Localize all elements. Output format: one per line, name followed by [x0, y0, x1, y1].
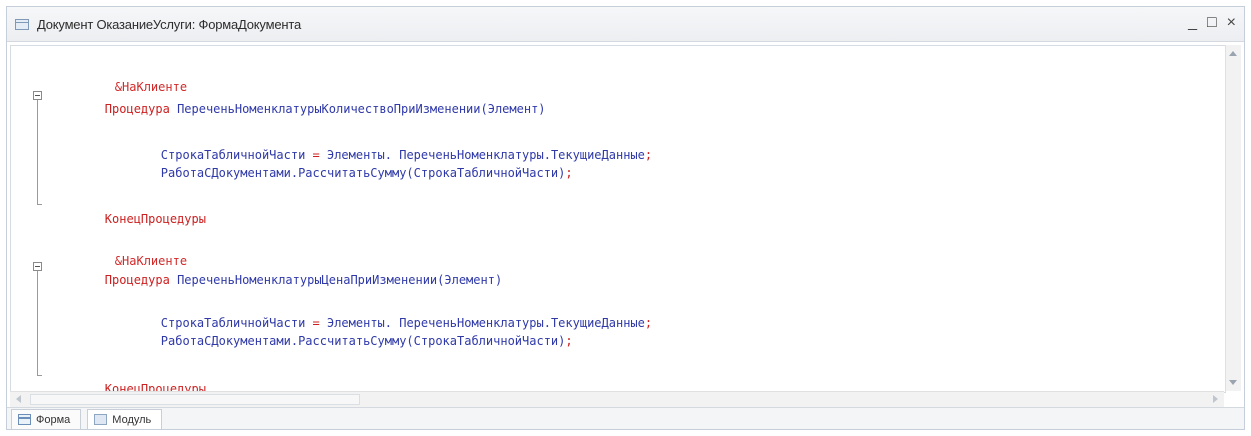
end-procedure-line: КонецПроцедуры: [47, 368, 206, 392]
tab-label: Форма: [36, 413, 71, 426]
document-icon: [15, 18, 29, 30]
semicolon: ;: [644, 148, 653, 162]
scroll-left-icon[interactable]: [16, 395, 21, 403]
function-call: РаботаСДокументами.РассчитатьСумму(Строк…: [160, 166, 566, 180]
vertical-scrollbar[interactable]: [1225, 45, 1241, 391]
scroll-right-icon[interactable]: [1213, 395, 1218, 403]
procedure-params: (Элемент): [437, 273, 503, 287]
maximize-button[interactable]: □: [1207, 13, 1217, 33]
procedure-name: ПереченьНоменклатурыКоличествоПриИзменен…: [177, 102, 481, 116]
module-window: Документ ОказаниеУслуги: ФормаДокумента …: [6, 6, 1245, 430]
scroll-down-icon[interactable]: [1229, 380, 1237, 385]
title-bar[interactable]: Документ ОказаниеУслуги: ФормаДокумента …: [7, 7, 1244, 42]
code-line: СтрокаТабличнойЧасти = Элементы. Перечен…: [103, 302, 652, 330]
fold-toggle-icon[interactable]: [33, 91, 42, 100]
procedure-name: ПереченьНоменклатурыЦенаПриИзменении: [177, 273, 438, 287]
form-icon: [18, 414, 31, 425]
scroll-thumb[interactable]: [30, 394, 360, 405]
end-procedure-keyword: КонецПроцедуры: [104, 212, 206, 226]
window-controls: _ □ ×: [1188, 13, 1236, 33]
tab-module[interactable]: Модуль: [87, 409, 163, 429]
annotation-line: &НаКлиенте: [57, 240, 187, 268]
tab-label: Модуль: [112, 413, 152, 426]
horizontal-scrollbar[interactable]: [10, 391, 1224, 407]
scroll-up-icon[interactable]: [1229, 51, 1237, 56]
semicolon: ;: [565, 334, 573, 348]
code-editor[interactable]: &НаКлиенте Процедура ПереченьНоменклатур…: [10, 45, 1226, 393]
fold-guide: [37, 100, 38, 204]
code-line: РаботаСДокументами.РассчитатьСумму(Строк…: [103, 320, 573, 348]
procedure-header: Процедура ПереченьНоменклатурыКоличество…: [47, 88, 546, 116]
procedure-header: Процедура ПереченьНоменклатурыЦенаПриИзм…: [47, 259, 502, 287]
window-title: Документ ОказаниеУслуги: ФормаДокумента: [37, 16, 301, 32]
end-procedure-line: КонецПроцедуры: [47, 198, 206, 226]
close-button[interactable]: ×: [1227, 13, 1236, 33]
bottom-tab-bar: Форма Модуль: [7, 407, 1244, 429]
procedure-keyword: Процедура: [104, 102, 170, 116]
code-line: РаботаСДокументами.РассчитатьСумму(Строк…: [103, 152, 573, 180]
annotation-line: &НаКлиенте: [57, 66, 187, 94]
fold-guide-end: [37, 204, 42, 205]
fold-toggle-icon[interactable]: [33, 262, 42, 271]
tab-form[interactable]: Форма: [11, 409, 82, 429]
code-area[interactable]: &НаКлиенте Процедура ПереченьНоменклатур…: [11, 46, 1225, 392]
minimize-button[interactable]: _: [1188, 13, 1197, 33]
procedure-keyword: Процедура: [104, 273, 170, 287]
code-line: СтрокаТабличнойЧасти = Элементы. Перечен…: [103, 134, 652, 162]
function-call: РаботаСДокументами.РассчитатьСумму(Строк…: [160, 334, 566, 348]
fold-guide: [37, 271, 38, 375]
semicolon: ;: [565, 166, 573, 180]
procedure-params: (Элемент): [480, 102, 546, 116]
module-icon: [94, 414, 108, 425]
fold-guide-end: [37, 375, 42, 376]
semicolon: ;: [644, 316, 653, 330]
